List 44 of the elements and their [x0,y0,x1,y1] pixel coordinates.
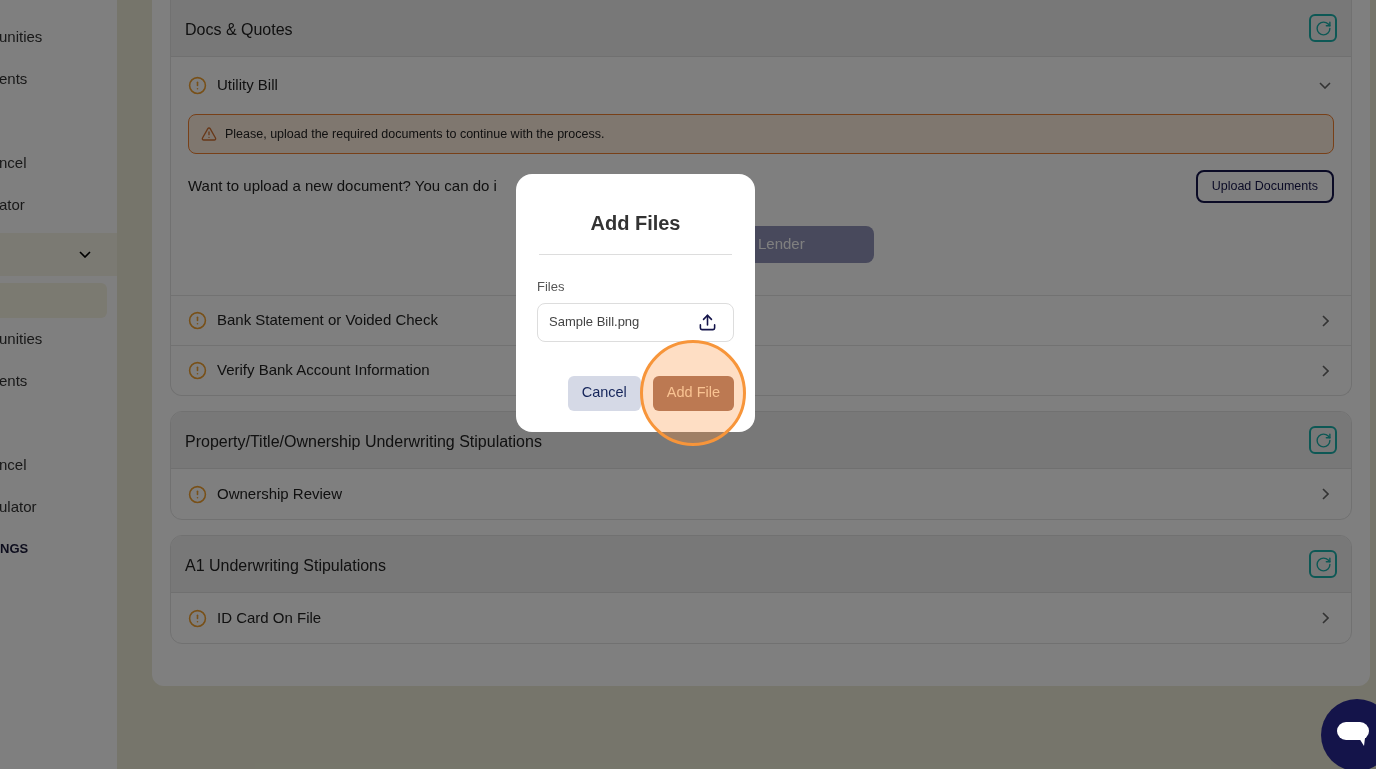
sidebar-item[interactable]: unities [0,25,43,49]
file-field[interactable]: Sample Bill.png [537,302,734,342]
chat-bubble-icon [1337,722,1369,748]
chevron-right-icon [1322,488,1329,500]
warning-alert: Please, upload the required documents to continue with the process. [188,114,1334,154]
section-title: A1 Underwriting Stipulations [185,556,386,576]
sidebar-item[interactable]: ents [0,369,28,393]
refresh-button[interactable] [1309,426,1337,454]
accordion-item-header[interactable]: Ownership Review [171,469,1351,519]
refresh-button[interactable] [1309,14,1337,42]
upload-prompt: Want to upload a new document? You can do i [188,176,497,197]
sidebar-heading: NGS [0,540,29,559]
chevron-down-icon [79,251,91,258]
alert-circle-icon [188,361,207,380]
dialog-title: Add Files [589,211,682,236]
sidebar-group[interactable] [0,233,117,276]
refresh-icon [1314,431,1332,449]
alert-circle-icon [188,484,207,504]
warning-icon [201,126,217,142]
sidebar-item[interactable]: ncel [0,453,27,477]
alert-circle-icon [188,76,207,95]
accordion-item-header[interactable]: Utility Bill [188,57,1334,114]
sidebar-item[interactable]: ncel [0,151,27,175]
section-title: Property/Title/Ownership Underwriting Stipulations [185,432,542,452]
chevron-right-icon [1322,364,1329,377]
chevron-down-icon [1319,82,1331,89]
section-title: Docs & Quotes [185,20,293,40]
alert-circle-icon [188,311,207,330]
sidebar-item[interactable]: unities [0,327,43,351]
alert-circle-icon [188,608,207,628]
sidebar-item[interactable]: ents [0,67,28,91]
chat-button[interactable] [1321,699,1376,769]
refresh-icon [1314,19,1332,37]
sidebar-item[interactable]: ator [0,193,25,217]
refresh-icon [1314,555,1332,573]
cancel-button[interactable]: Cancel [567,375,641,411]
accordion-item-header[interactable]: ID Card On File [171,593,1351,643]
upload-icon [698,312,717,332]
chevron-right-icon [1322,314,1329,327]
refresh-button[interactable] [1309,550,1337,578]
sidebar-item[interactable]: ulator [0,495,37,519]
chevron-right-icon [1322,612,1329,624]
field-label: Files [537,278,566,296]
upload-documents-button[interactable]: Upload Documents [1195,170,1334,203]
